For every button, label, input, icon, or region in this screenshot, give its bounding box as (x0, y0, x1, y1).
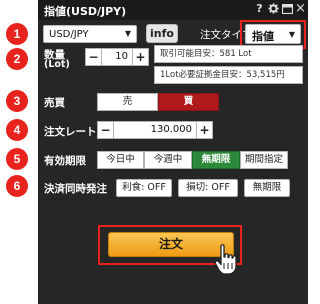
title-bar: 指値(USD/JPY) ? × (38, 0, 308, 20)
expiry-label: 有効期限 (44, 155, 86, 167)
buy-button[interactable]: 買 (158, 93, 219, 111)
window-icon[interactable] (281, 2, 294, 16)
order-rate-label: 注文レート (44, 126, 97, 138)
quantity-unit-label: (Lot) (44, 59, 70, 70)
currency-pair-value: USD/JPY (49, 29, 89, 40)
quantity-increment-button[interactable]: + (132, 48, 149, 66)
step-badge-6: 6 (6, 175, 28, 197)
step-badge-1: 1 (6, 23, 28, 45)
tradable-lot-estimate: 取引可能目安：581 Lot (154, 45, 303, 63)
take-profit-toggle[interactable]: 利食: OFF (116, 179, 172, 197)
quantity-decrement-button[interactable]: − (85, 48, 102, 66)
expiry-option-no-limit[interactable]: 無期限 (192, 151, 240, 169)
side-label: 売買 (44, 97, 65, 109)
order-window: 指値(USD/JPY) ? × USD/JPY ▼ info 注文タイプ 指値 … (38, 0, 308, 304)
close-icon[interactable]: × (294, 2, 307, 16)
order-rate-input[interactable]: 130.000 (114, 121, 196, 139)
hand-cursor-icon (214, 244, 237, 275)
stop-loss-toggle[interactable]: 損切: OFF (178, 179, 238, 197)
sell-button[interactable]: 売 (97, 93, 158, 111)
settlement-label: 決済同時発注 (44, 183, 107, 195)
info-button[interactable]: info (146, 24, 178, 43)
step-badge-2: 2 (6, 48, 28, 70)
rate-increment-button[interactable]: + (196, 121, 213, 139)
help-icon[interactable]: ? (253, 2, 266, 16)
window-title: 指値(USD/JPY) (44, 5, 127, 18)
step-badge-4: 4 (6, 119, 28, 141)
expiry-option-this-week[interactable]: 今週中 (144, 151, 192, 169)
step-badge-3: 3 (6, 90, 28, 112)
quantity-input[interactable]: 10 (102, 48, 132, 66)
currency-pair-select[interactable]: USD/JPY ▼ (43, 25, 137, 43)
settlement-expiry-button[interactable]: 無期限 (244, 179, 290, 197)
expiry-option-specify-period[interactable]: 期間指定 (240, 151, 288, 169)
margin-per-lot-estimate: 1Lot必要証拠金目安：53,515円 (154, 66, 303, 84)
step-badge-5: 5 (6, 148, 28, 170)
chevron-down-icon: ▼ (124, 29, 131, 38)
expiry-option-today[interactable]: 今日中 (97, 151, 144, 169)
rate-decrement-button[interactable]: − (97, 121, 114, 139)
gear-icon[interactable] (267, 2, 280, 16)
